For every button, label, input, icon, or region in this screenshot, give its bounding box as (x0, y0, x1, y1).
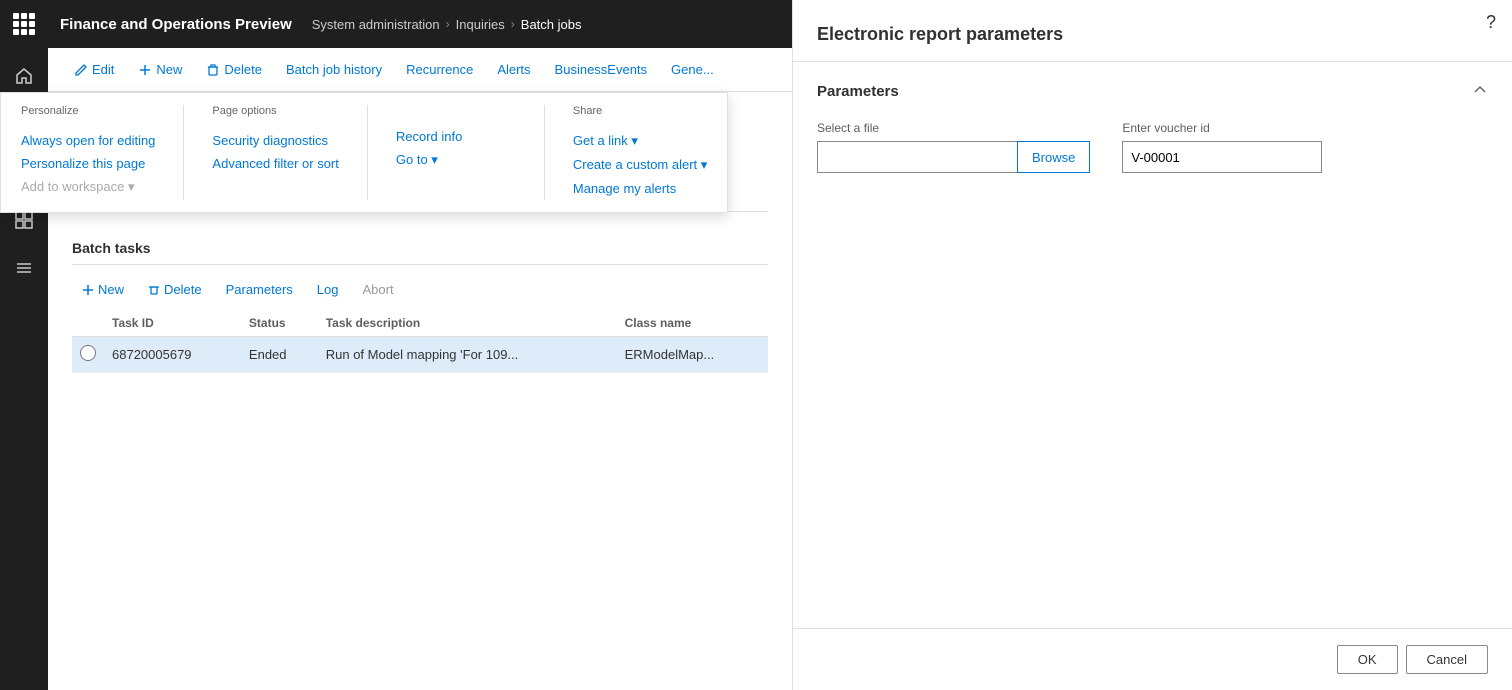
delete-icon (206, 63, 220, 77)
browse-button[interactable]: Browse (1017, 141, 1090, 173)
plus-icon (82, 284, 94, 296)
right-panel-footer: OK Cancel (793, 628, 1512, 690)
voucher-field: Enter voucher id (1122, 121, 1322, 173)
divider-3 (544, 105, 545, 200)
col-select (72, 310, 104, 337)
breadcrumb-inquiries[interactable]: Inquiries (456, 17, 505, 32)
delete-button[interactable]: Delete (196, 56, 272, 83)
row-radio[interactable] (80, 345, 96, 361)
breadcrumb-batch-jobs[interactable]: Batch jobs (521, 17, 582, 32)
help-icon[interactable]: ? (1486, 12, 1496, 33)
sidebar-item-modules[interactable] (0, 244, 48, 292)
edit-button[interactable]: Edit (64, 56, 124, 83)
personalize-title: Personalize (48, 105, 155, 121)
generate-button[interactable]: Gene... (661, 56, 724, 83)
form-row: Select a file Browse Enter voucher id (817, 121, 1488, 173)
collapse-icon[interactable] (1472, 82, 1488, 101)
go-to-item[interactable]: Go to ▾ (396, 148, 516, 172)
params-section-header: Parameters (817, 82, 1488, 101)
breadcrumb-sep-2: › (511, 17, 515, 31)
tasks-log-button[interactable]: Log (307, 277, 349, 302)
record-info-item[interactable]: Record info (396, 125, 516, 148)
cancel-button[interactable]: Cancel (1406, 645, 1488, 674)
voucher-input[interactable] (1122, 141, 1322, 173)
select-file-field: Select a file Browse (817, 121, 1090, 173)
right-panel-title: Electronic report parameters (817, 24, 1488, 45)
app-title: Finance and Operations Preview (60, 16, 292, 33)
description-cell: Run of Model mapping 'For 109... (318, 337, 617, 373)
manage-alerts-item[interactable]: Manage my alerts (573, 177, 707, 200)
create-alert-item[interactable]: Create a custom alert ▾ (573, 153, 707, 177)
alerts-button[interactable]: Alerts (487, 56, 540, 83)
status-cell: Ended (241, 337, 318, 373)
batch-tasks-section: Batch tasks New Delete Parameters Log Ab (72, 232, 768, 373)
action-bar: Edit New Delete Batch job history Recurr… (48, 48, 792, 92)
record-section: Record info Go to ▾ (376, 105, 536, 200)
tasks-new-button[interactable]: New (72, 277, 134, 302)
table-toolbar: New Delete Parameters Log Abort (72, 277, 768, 302)
batch-job-history-button[interactable]: Batch job history (276, 56, 392, 83)
tasks-delete-button[interactable]: Delete (138, 277, 212, 302)
col-class-name: Class name (617, 310, 768, 337)
page-options-title: Page options (212, 105, 338, 121)
col-status: Status (241, 310, 318, 337)
personalize-section: Personalize Always open for editing Pers… (48, 105, 175, 200)
advanced-filter-item[interactable]: Advanced filter or sort (212, 152, 338, 175)
right-panel-body: Parameters Select a file Browse Enter vo… (793, 62, 1512, 628)
top-bar: Finance and Operations Preview System ad… (48, 0, 792, 48)
batch-tasks-table: Task ID Status Task description Class na… (72, 310, 768, 373)
trash-icon (148, 284, 160, 296)
new-button[interactable]: New (128, 56, 192, 83)
table-header-row: Task ID Status Task description Class na… (72, 310, 768, 337)
plus-icon (138, 63, 152, 77)
breadcrumb-sep-1: › (446, 17, 450, 31)
right-panel: Electronic report parameters Parameters … (792, 0, 1512, 690)
edit-icon (74, 63, 88, 77)
recurrence-button[interactable]: Recurrence (396, 56, 483, 83)
voucher-label: Enter voucher id (1122, 121, 1322, 135)
col-task-id: Task ID (104, 310, 241, 337)
tasks-parameters-button[interactable]: Parameters (216, 277, 303, 302)
file-input-group: Browse (817, 141, 1090, 173)
personalize-page-item[interactable]: Personalize this page (48, 152, 155, 175)
right-panel-header: Electronic report parameters (793, 0, 1512, 62)
tasks-abort-button[interactable]: Abort (353, 277, 404, 302)
breadcrumb: System administration › Inquiries › Batc… (312, 17, 582, 32)
col-description: Task description (318, 310, 617, 337)
divider-2 (367, 105, 368, 200)
waffle-menu[interactable] (0, 0, 48, 48)
main-area: Finance and Operations Preview System ad… (48, 0, 792, 690)
row-select-cell (72, 337, 104, 373)
share-title: Share (573, 105, 707, 121)
select-file-input[interactable] (817, 141, 1017, 173)
security-diagnostics-item[interactable]: Security diagnostics (212, 129, 338, 152)
class-name-cell: ERModelMap... (617, 337, 768, 373)
breadcrumb-system-admin[interactable]: System administration (312, 17, 440, 32)
always-open-item[interactable]: Always open for editing (48, 129, 155, 152)
batch-tasks-section-header: Batch tasks (72, 232, 768, 265)
page-options-section: Page options Security diagnostics Advanc… (192, 105, 358, 200)
table-row[interactable]: 68720005679 Ended Run of Model mapping '… (72, 337, 768, 373)
params-section-title: Parameters (817, 83, 899, 100)
select-file-label: Select a file (817, 121, 1090, 135)
task-id-cell: 68720005679 (104, 337, 241, 373)
share-section: Share Get a link ▾ Create a custom alert… (553, 105, 727, 200)
ok-button[interactable]: OK (1337, 645, 1398, 674)
waffle-icon (13, 13, 35, 35)
business-events-button[interactable]: BusinessEvents (545, 56, 658, 83)
dropdown-menu: Personalize Always open for editing Pers… (48, 92, 728, 213)
get-link-item[interactable]: Get a link ▾ (573, 129, 707, 153)
divider-1 (183, 105, 184, 200)
add-workspace-item[interactable]: Add to workspace ▾ (48, 175, 155, 199)
